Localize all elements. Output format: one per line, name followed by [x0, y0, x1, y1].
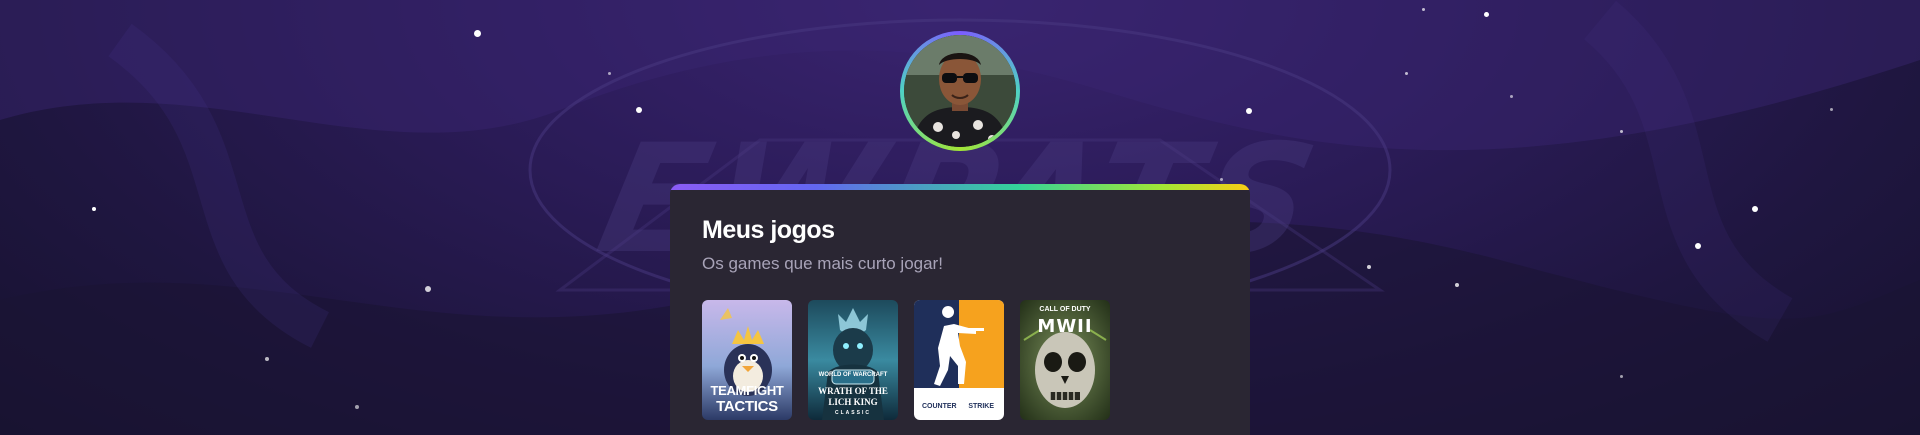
game-tile-teamfight-tactics[interactable]: TEAMFIGHT TACTICS — [702, 300, 792, 420]
game-title-line2: STRIKE — [968, 403, 994, 410]
star — [1422, 8, 1425, 11]
star — [1367, 265, 1371, 269]
game-title-line2: TACTICS — [716, 398, 778, 415]
star — [1695, 243, 1701, 249]
game-tile-call-of-duty[interactable]: CALL OF DUTY MWII — [1020, 300, 1110, 420]
star — [1620, 375, 1623, 378]
star — [1405, 72, 1408, 75]
star — [1510, 95, 1513, 98]
counter-strike-cover-icon — [914, 300, 1004, 420]
section-title: Meus jogos — [702, 216, 835, 244]
star — [1830, 108, 1833, 111]
game-title-line1: TEAMFIGHT — [710, 383, 784, 398]
star — [474, 30, 481, 37]
star — [265, 357, 269, 361]
section-subtitle: Os games que mais curto jogar! — [702, 254, 943, 273]
star — [355, 405, 359, 409]
game-tile-counter-strike[interactable]: COUNTER STRIKE — [914, 300, 1004, 420]
game-tile-wotlk[interactable]: WORLD OF WARCRAFT WRATH OF THE LICH KING… — [808, 300, 898, 420]
star — [1752, 206, 1758, 212]
star — [1484, 12, 1489, 17]
star — [92, 207, 96, 211]
star — [1620, 130, 1623, 133]
star — [425, 286, 431, 292]
games-card: Meus jogos Os games que mais curto jogar… — [670, 184, 1250, 435]
star — [636, 107, 642, 113]
game-title-line3: CLASSIC — [835, 410, 871, 416]
profile-avatar[interactable] — [900, 31, 1020, 151]
game-title-line2: MWII — [1037, 316, 1093, 337]
game-title-line1: CALL OF DUTY — [1039, 306, 1091, 313]
star — [608, 72, 611, 75]
star — [1220, 178, 1223, 181]
games-list: TEAMFIGHT TACTICS WORLD OF WARCRAFT WRAT… — [702, 300, 1110, 420]
game-title-line2: WRATH OF THE LICH KING — [818, 386, 888, 407]
game-title-line1: WORLD OF WARCRAFT — [818, 372, 888, 378]
game-title-line1: COUNTER — [922, 403, 957, 410]
star — [1246, 108, 1252, 114]
user-photo-icon — [904, 35, 1016, 147]
star — [1455, 283, 1459, 287]
card-accent-bar — [670, 184, 1250, 190]
